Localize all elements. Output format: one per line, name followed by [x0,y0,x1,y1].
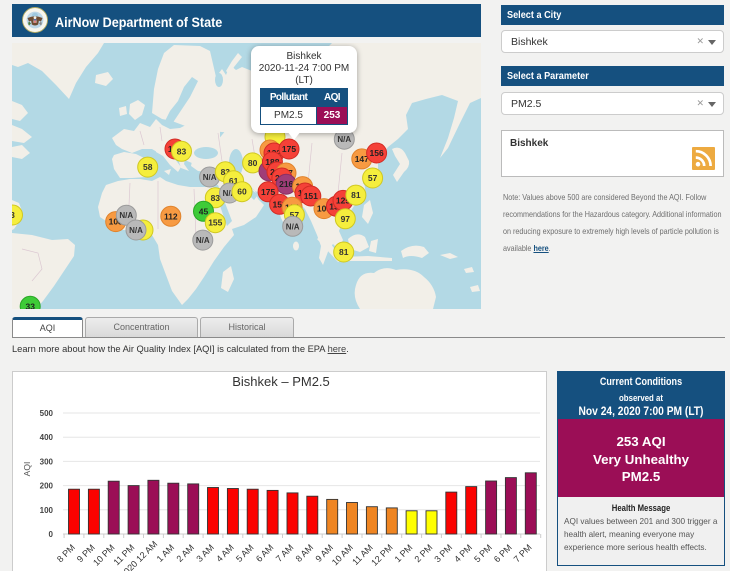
svg-text:4 PM: 4 PM [452,542,474,564]
svg-text:57: 57 [368,173,378,183]
svg-text:81: 81 [339,247,349,257]
svg-text:156: 156 [370,148,384,158]
svg-text:7 AM: 7 AM [274,542,296,564]
svg-text:155: 155 [208,218,222,228]
svg-text:6 AM: 6 AM [254,542,276,564]
svg-text:N/A: N/A [129,226,143,235]
svg-text:400: 400 [40,433,54,442]
svg-text:1 PM: 1 PM [393,542,415,564]
svg-text:45: 45 [199,206,209,216]
svg-text:N/A: N/A [286,222,300,231]
svg-text:N/A: N/A [203,173,217,182]
svg-text:80: 80 [248,158,258,168]
svg-text:60: 60 [237,187,247,197]
svg-text:10 AM: 10 AM [330,542,355,567]
svg-text:33: 33 [25,301,35,309]
svg-text:N/A: N/A [196,236,210,245]
svg-text:3 PM: 3 PM [432,542,454,564]
svg-text:5 AM: 5 AM [234,542,256,564]
svg-text:AQI: AQI [22,462,32,477]
svg-text:83: 83 [211,193,221,203]
svg-text:58: 58 [143,162,153,172]
svg-text:0: 0 [49,530,54,539]
svg-text:97: 97 [341,214,351,224]
svg-text:175: 175 [261,187,275,197]
svg-text:7 PM: 7 PM [512,542,534,564]
svg-text:10 PM: 10 PM [91,542,116,567]
svg-text:500: 500 [40,409,54,418]
svg-text:2 PM: 2 PM [412,542,434,564]
svg-text:5 PM: 5 PM [472,542,494,564]
svg-text:8 PM: 8 PM [55,542,77,564]
svg-text:81: 81 [351,190,361,200]
svg-text:Bishkek – PM2.5: Bishkek – PM2.5 [232,374,330,389]
svg-text:3 AM: 3 AM [194,542,216,564]
svg-text:12 PM: 12 PM [369,542,394,567]
svg-text:3: 3 [12,210,15,220]
svg-text:83: 83 [177,146,187,156]
svg-text:N/A: N/A [337,135,351,144]
svg-text:175: 175 [282,144,296,154]
svg-text:4 AM: 4 AM [214,542,236,564]
svg-text:216: 216 [279,179,293,189]
svg-text:2 AM: 2 AM [175,542,197,564]
svg-text:6 PM: 6 PM [492,542,514,564]
svg-text:8 AM: 8 AM [294,542,316,564]
svg-text:151: 151 [304,191,318,201]
svg-text:300: 300 [40,457,54,466]
svg-text:200: 200 [40,482,54,491]
svg-text:112: 112 [164,211,178,221]
svg-text:100: 100 [40,506,54,515]
svg-text:N/A: N/A [119,211,133,220]
